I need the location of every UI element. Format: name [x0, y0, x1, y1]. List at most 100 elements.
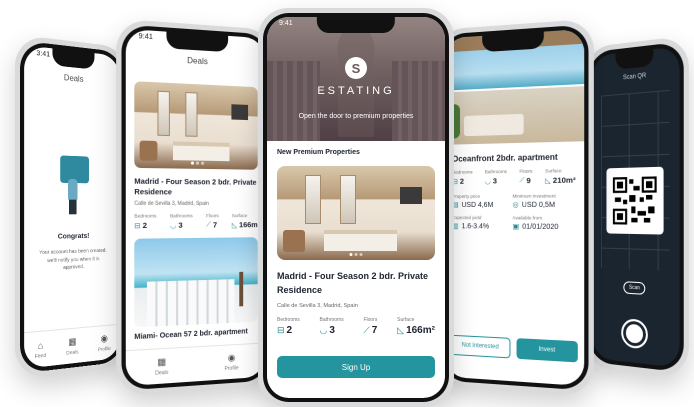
phone-bezel: 3:41 Deals Congrats! Your account has be…: [20, 40, 124, 374]
status-time: 3:41: [36, 49, 51, 59]
invest-button[interactable]: Invest: [516, 338, 578, 363]
spec-value: 3: [329, 325, 335, 336]
qr-code-icon: [606, 166, 664, 235]
scan-button[interactable]: Scan: [623, 281, 646, 295]
spec-value: 2: [459, 176, 464, 186]
congrats-title: Congrats!: [57, 232, 90, 241]
screen-home: 9:41 S ESTATING Open the door to premium…: [267, 17, 445, 398]
spec-value: 2: [142, 221, 148, 231]
finance-price: Property price ▤ USD 4,6M: [452, 194, 512, 209]
property-photo[interactable]: [134, 81, 258, 170]
calendar-icon: ▣: [512, 223, 520, 231]
tab-profile[interactable]: ◉ Profile: [97, 333, 111, 354]
property-photo[interactable]: [277, 166, 435, 260]
spec-label: Floors: [363, 317, 378, 323]
property-address: Calle de Sevilla 3, Madrid, Spain: [134, 201, 209, 208]
tab-deals[interactable]: ▦ Deals: [155, 356, 168, 377]
stairs-icon: ⟋: [363, 325, 370, 335]
carousel-dots: [349, 253, 363, 256]
phone-onboarding: 3:41 Deals Congrats! Your account has be…: [14, 34, 128, 380]
tab-deals[interactable]: ▦ Deals: [66, 336, 78, 357]
action-buttons: Not Interested Invest: [450, 334, 578, 363]
finance-value: 01/01/2020: [522, 223, 559, 231]
spec-value: 9: [526, 175, 531, 186]
property-address: Calle de Sevilla 3, Madrid, Spain: [277, 303, 358, 309]
not-interested-button[interactable]: Not Interested: [450, 334, 511, 359]
deals-icon: ▦: [68, 335, 77, 348]
spec-value: 210m²: [552, 175, 576, 185]
tab-label: Profile: [97, 345, 111, 354]
finance-label: Expected yield: [452, 215, 482, 221]
screen-congrats: 3:41 Deals Congrats! Your account has be…: [24, 45, 121, 369]
congrats-message: Your account has been created, we'll not…: [39, 247, 107, 272]
phone-home: 9:41 S ESTATING Open the door to premium…: [258, 8, 454, 407]
screen-deals: 9:41 Deals Madrid - Four Season 2 bdr. P…: [125, 28, 266, 387]
ruler-icon: ◺: [545, 177, 551, 185]
deals-icon: ▦: [157, 356, 167, 368]
spec-surface: Surface ◺ 166m: [231, 213, 258, 230]
phone-property-detail: Oceanfront 2bdr. apartment Bedrooms ⊟ 2 B…: [436, 18, 594, 397]
status-time: 9:41: [138, 32, 153, 42]
spec-label: Bathrooms: [484, 168, 507, 175]
deal-card[interactable]: Madrid - Four Season 2 bdr. Private Resi…: [126, 62, 266, 231]
spec-label: Bedrooms: [277, 317, 300, 323]
property-specs: Bedrooms ⊟ 2 Bathrooms ◡ 3 Floors ⟋ 7 Surfa…: [134, 213, 258, 231]
spec-bathrooms: Bathrooms ◡ 3: [170, 214, 193, 231]
phone-bezel: Scan QR Scan: [588, 41, 684, 373]
finance-yield: Expected yield ▥ 1.6-3.4%: [452, 215, 512, 231]
stairs-icon: ⟋: [206, 221, 211, 229]
property-name: Madrid - Four Season 2 bdr. Private Resi…: [134, 176, 257, 197]
property-name: Madrid - Four Season 2 bdr. Private Resi…: [277, 271, 429, 295]
spec-label: Surface: [231, 213, 248, 219]
finance-label: Property price: [452, 193, 481, 199]
tab-profile[interactable]: ◉ Profile: [225, 352, 239, 372]
spec-bathrooms: Bathrooms ◡ 3: [320, 317, 344, 336]
spec-label: Floors: [519, 168, 533, 174]
carousel-dots: [190, 161, 205, 165]
spec-floors: Floors ⟋ 7: [363, 317, 377, 336]
spec-label: Bathrooms: [319, 317, 344, 323]
finance-value: USD 4,6M: [461, 201, 494, 209]
spec-label: Bathrooms: [170, 213, 193, 219]
tab-label: Deals: [66, 349, 79, 357]
spec-label: Surface: [545, 168, 562, 174]
spec-value: 166m: [239, 220, 258, 230]
finance-min-investment: Minimum investment ◎ USD 0,5M: [512, 193, 575, 209]
phone-bezel: 9:41 Deals Madrid - Four Season 2 bdr. P…: [121, 24, 270, 391]
screen-property-detail: Oceanfront 2bdr. apartment Bedrooms ⊟ 2 B…: [444, 28, 585, 387]
property-title: Oceanfront 2bdr. apartment: [452, 152, 558, 164]
spec-bedrooms: Bedrooms ⊟ 2: [452, 169, 472, 185]
phone-qr-scanner: Scan QR Scan: [584, 35, 689, 379]
sign-up-button[interactable]: Sign Up: [277, 356, 435, 378]
spec-label: Bedrooms: [134, 213, 157, 220]
spec-label: Surface: [397, 317, 415, 323]
phone-deals: 9:41 Deals Madrid - Four Season 2 bdr. P…: [116, 18, 274, 397]
profile-icon: ◉: [227, 352, 236, 363]
spec-label: Bedrooms: [452, 169, 473, 175]
brand-name: ESTATING: [317, 85, 395, 97]
property-photo-miami[interactable]: [134, 237, 258, 328]
spec-value: 7: [371, 325, 378, 336]
finance-label: Available from: [512, 215, 543, 221]
ruler-icon: ◺: [231, 222, 238, 230]
tab-label: Deals: [155, 369, 169, 377]
spec-bedrooms: Bedrooms ⊟ 2: [277, 317, 300, 336]
tab-feed[interactable]: ⌂ Feed: [34, 339, 47, 360]
tab-label: Profile: [224, 365, 239, 373]
spec-value: 3: [178, 220, 183, 231]
coins-icon: ◎: [512, 201, 519, 210]
bed-icon: ⊟: [134, 222, 141, 231]
bath-icon: ◡: [170, 222, 177, 230]
estating-logo-icon: S: [345, 57, 367, 79]
shutter-button[interactable]: [621, 318, 648, 350]
spec-surface: Surface ◺ 210m²: [545, 168, 576, 185]
stairs-icon: ⟋: [519, 176, 525, 184]
finance-value: USD 0,5M: [521, 201, 556, 209]
qr-code-graphic: [612, 176, 657, 225]
bed-icon: ⊟: [277, 325, 285, 335]
tab-label: Feed: [34, 351, 47, 360]
bath-icon: ◡: [484, 177, 491, 186]
phone-bezel: Oceanfront 2bdr. apartment Bedrooms ⊟ 2 B…: [440, 24, 589, 391]
spec-bedrooms: Bedrooms ⊟ 2: [134, 214, 156, 231]
spec-value: 166m²: [406, 325, 435, 336]
